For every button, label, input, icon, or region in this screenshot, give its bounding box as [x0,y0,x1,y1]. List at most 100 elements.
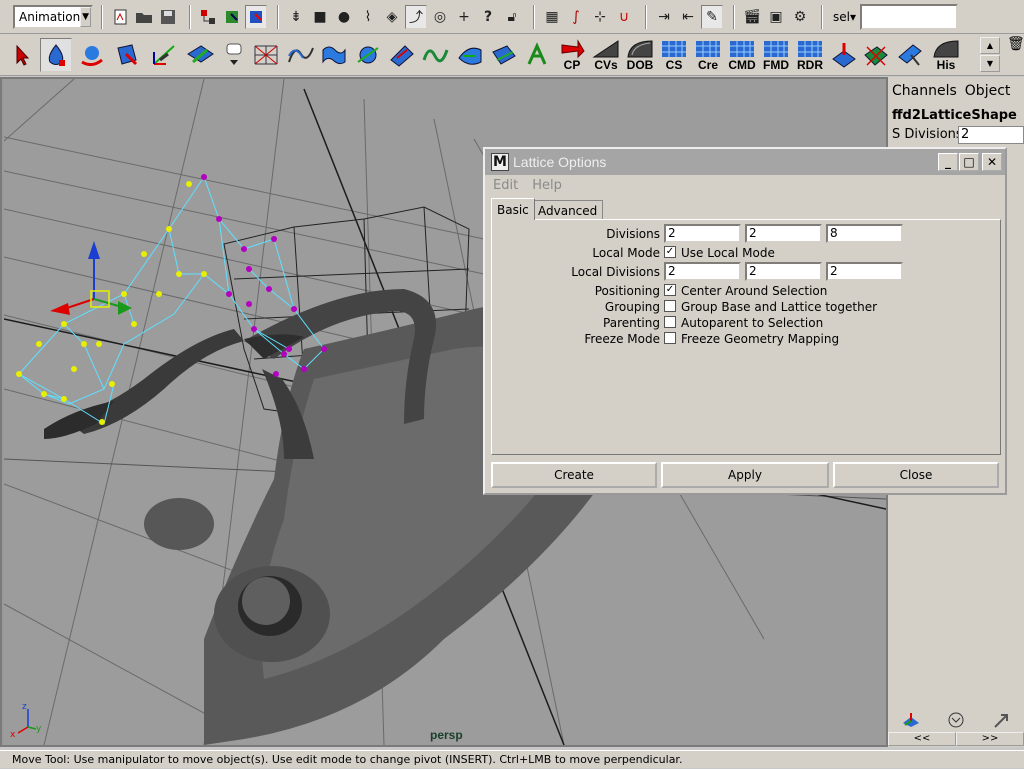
lasso-tool-icon[interactable] [40,38,72,72]
dialog-title: Lattice Options [513,154,607,170]
ipr-render-icon[interactable]: ▣ [765,5,787,29]
shelf-button-cp[interactable]: CP [556,37,588,73]
rotate-tool-icon[interactable] [110,38,142,72]
menu-channels[interactable]: Channels [892,83,957,99]
positioning-text: Center Around Selection [681,284,828,298]
scale-tool-icon[interactable] [148,38,180,72]
channel-box-object-name[interactable]: ffd2LatticeShape [892,108,1017,123]
render-globals-icon[interactable]: ⚙︎ [789,5,811,29]
surface-tool-icon[interactable] [894,38,926,72]
pick-mask-icon[interactable]: ⇟ [285,5,307,29]
divisions-t-field[interactable]: 2 [745,224,822,243]
wrinkle-deformer-icon[interactable] [318,38,350,72]
open-scene-icon[interactable] [133,5,155,29]
minimize-icon[interactable]: _ [938,153,958,171]
jiggle-deformer-icon[interactable] [386,38,418,72]
tab-advanced[interactable]: Advanced [532,200,604,220]
local-divisions-u-field[interactable]: 2 [826,262,903,281]
parenting-checkbox[interactable] [664,316,676,328]
output-history-icon[interactable]: ⇤ [677,5,699,29]
local-divisions-t-field[interactable]: 2 [745,262,822,281]
select-surfaces-icon[interactable]: ⤴ [405,4,427,29]
shelf-label-cre: Cre [697,58,718,72]
create-layer-icon[interactable] [901,711,921,732]
options-panel: Divisions 2 2 8 Local Mode ✓ Use Local M… [491,219,1001,455]
construction-history-icon[interactable]: ✎ [701,4,723,29]
new-scene-icon[interactable] [109,5,131,29]
move-tool-icon[interactable] [76,38,108,72]
trash-icon[interactable]: 🗑︎ [1007,36,1024,52]
shelf-button-fmd[interactable]: FMD [760,37,792,73]
shelf-button-cre[interactable]: Cre [692,37,724,73]
quick-select-input[interactable] [860,3,958,30]
tab-basic[interactable]: Basic [491,198,535,220]
shelf-button-his[interactable]: His [930,37,962,73]
snap-grid-icon[interactable]: ▦ [541,5,563,29]
menu-edit[interactable]: Edit [493,178,518,193]
attribute-label[interactable]: S Divisions [892,127,963,142]
last-tool-icon[interactable] [222,38,246,72]
dialog-title-bar[interactable]: M Lattice Options _ □ ✕ [485,149,1005,175]
shelf-button-cs[interactable]: CS [658,37,690,73]
select-arrow-icon[interactable] [991,711,1011,732]
maximize-icon[interactable]: □ [959,153,979,171]
scroll-right-button[interactable]: >> [956,732,1024,746]
status-line: Animation ▼ ⇟ ■ ● ⌇ ◈ ⤴ ◎ + ? 🔓︎ ▦ ∫ ⊹ ∪… [0,0,1024,34]
save-scene-icon[interactable] [157,5,179,29]
menu-help[interactable]: Help [532,178,562,193]
select-curves-icon[interactable]: ⌇ [357,5,379,29]
select-deformers-icon[interactable]: ◈ [381,5,403,29]
positioning-checkbox[interactable]: ✓ [664,284,676,296]
snap-magnet-icon[interactable]: ∪ [613,5,635,29]
quick-select-label[interactable]: sel▾ [833,10,856,24]
lattice-deformer-icon[interactable] [250,38,282,72]
select-rendering-icon[interactable]: ◎ [429,5,451,29]
channel-box-menubar: Channels Object [892,83,1010,99]
apply-button[interactable]: Apply [661,462,829,488]
divisions-u-field[interactable]: 8 [826,224,903,243]
maya-logo-icon: M [491,153,509,171]
manipulator-tool-icon[interactable] [184,38,216,72]
channel-box-scroll: << >> [888,732,1024,746]
local-divisions-s-field[interactable]: 2 [664,262,741,281]
shelf-button-rdr[interactable]: RDR [794,37,826,73]
grouping-checkbox[interactable] [664,300,676,312]
select-handles-icon[interactable]: ■ [309,5,331,29]
sculpt-deformer-icon[interactable] [352,38,384,72]
attribute-value-field[interactable]: 2 [958,126,1024,144]
scroll-left-button[interactable]: << [888,732,956,746]
lock-icon[interactable]: 🔓︎ [501,5,523,29]
close-icon[interactable]: ✕ [982,153,1002,171]
shelf-scroll-up-icon[interactable]: ▲ [980,37,1000,54]
shelf-button-cmd[interactable]: CMD [726,37,758,73]
shelf-scroll-down-icon[interactable]: ▼ [980,55,1000,72]
local-mode-checkbox[interactable]: ✓ [664,246,676,258]
close-button[interactable]: Close [833,462,999,488]
divisions-s-field[interactable]: 2 [664,224,741,243]
freeze-mode-checkbox[interactable] [664,332,676,344]
cluster-curve-icon[interactable] [420,38,452,72]
select-misc-icon[interactable]: + [453,5,475,29]
menu-object[interactable]: Object [965,83,1011,99]
menu-set-dropdown[interactable]: Animation ▼ [13,4,93,29]
select-component-icon[interactable] [245,4,267,29]
select-tool-icon[interactable] [6,38,38,72]
input-history-icon[interactable]: ⇥ [653,5,675,29]
select-joints-icon[interactable]: ● [333,5,355,29]
snap-curve-icon[interactable]: ∫ [565,5,587,29]
question-icon[interactable]: ? [477,5,499,29]
shelf-button-cvs[interactable]: CVs [590,37,622,73]
select-hierarchy-icon[interactable] [197,5,219,29]
layer-options-icon[interactable] [946,711,966,732]
create-button[interactable]: Create [491,462,657,488]
shelf-button-dob[interactable]: DOB [624,37,656,73]
render-icon[interactable]: 🎬︎ [741,5,763,29]
snap-point-icon[interactable]: ⊹ [589,5,611,29]
nonlinear-deformer-icon[interactable] [488,38,520,72]
paint-weights-icon[interactable] [860,38,892,72]
blend-shape-icon[interactable] [454,38,486,72]
point-on-curve-icon[interactable] [522,38,554,72]
create-ik-handle-icon[interactable] [828,38,860,72]
select-object-icon[interactable] [221,5,243,29]
wire-deformer-icon[interactable] [284,38,316,72]
